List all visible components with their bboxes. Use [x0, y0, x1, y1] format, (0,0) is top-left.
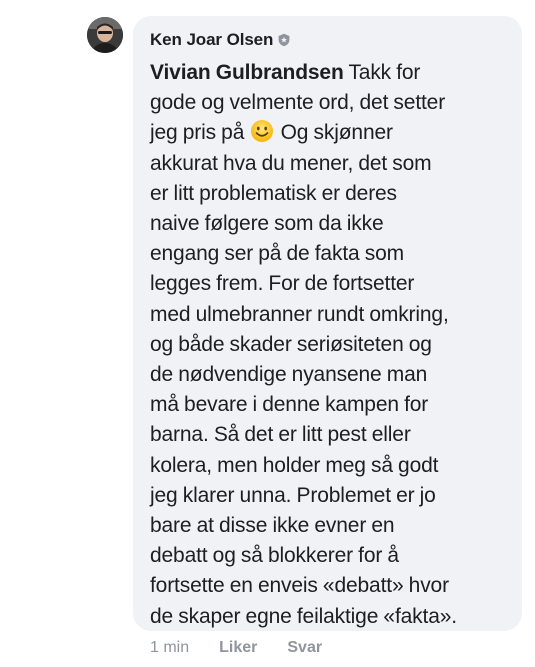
comment-text: Vivian Gulbrandsen Takk for gode og velm…	[150, 58, 512, 632]
text-line: med ulmebranner rundt omkring,	[150, 302, 449, 326]
shield-badge-icon	[277, 33, 291, 47]
text-line: fortsette en enveis «debatt» hvor	[150, 574, 449, 598]
text-line: og både skader seriøsiteten og	[150, 332, 432, 356]
text-line: engang ser på de fakta som	[150, 242, 404, 266]
text-line: naive følgere som da ikke	[150, 212, 384, 236]
text-line: jeg pris på	[150, 121, 250, 145]
text-line: barna. Så det er litt pest eller	[150, 423, 411, 447]
text-line: gode og velmente ord, det setter	[150, 91, 446, 115]
text-line: de nødvendige nyansene man	[150, 363, 428, 387]
comment-actions: 1 min Liker Svar	[150, 636, 352, 660]
text-line: Takk for	[343, 61, 421, 84]
avatar[interactable]	[87, 17, 123, 53]
slightly-smiling-face-icon	[250, 119, 274, 143]
mention-link[interactable]: Vivian Gulbrandsen	[150, 61, 344, 84]
text-line: Og skjønner	[275, 121, 393, 145]
timestamp[interactable]: 1 min	[150, 639, 189, 657]
text-line: jeg klarer unna. Problemet er jo	[150, 483, 436, 507]
comment-bubble: Ken Joar Olsen Vivian Gulbrandsen Takk f…	[133, 16, 522, 631]
text-line: akkurat hva du mener, det som	[150, 151, 432, 175]
comment: Ken Joar Olsen Vivian Gulbrandsen Takk f…	[0, 0, 535, 667]
avatar-photo	[87, 17, 123, 53]
text-line: debatt og så blokkerer for å	[150, 544, 399, 568]
reply-button[interactable]: Svar	[287, 639, 322, 657]
like-button[interactable]: Liker	[219, 639, 257, 657]
text-line: er litt problematisk er deres	[150, 181, 397, 205]
author-name[interactable]: Ken Joar Olsen	[150, 30, 273, 50]
author-row: Ken Joar Olsen	[150, 26, 512, 53]
text-line: legges frem. For de fortsetter	[150, 272, 415, 296]
text-line: de skaper egne feilaktige «fakta».	[150, 604, 457, 628]
text-line: bare at disse ikke evner en	[150, 514, 395, 538]
text-line: kolera, men holder meg så godt	[150, 453, 439, 477]
text-line: må bevare i denne kampen for	[150, 393, 429, 417]
